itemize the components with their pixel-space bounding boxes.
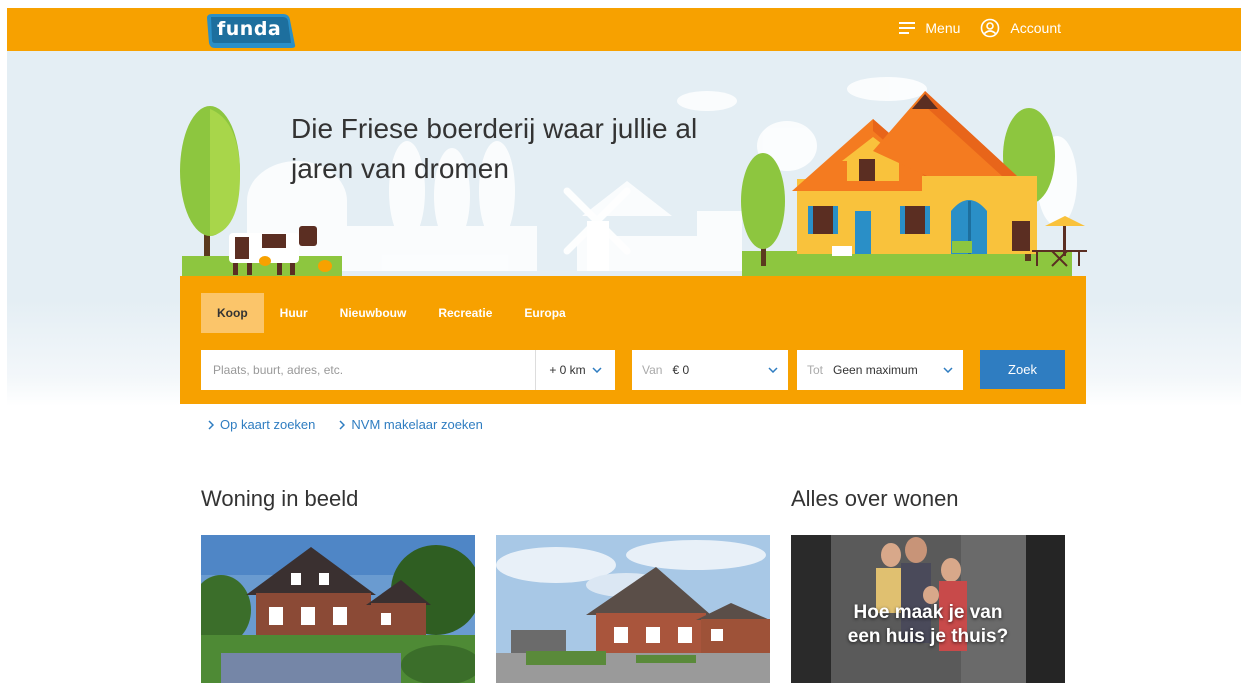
price-to-select[interactable]: Tot Geen maximum [797, 350, 963, 390]
funda-logo[interactable]: funda [203, 12, 297, 49]
map-search-label: Op kaart zoeken [220, 417, 316, 432]
tab-nieuwbouw[interactable]: Nieuwbouw [324, 293, 423, 333]
hero-title: Die Friese boerderij waar jullie al jare… [291, 113, 698, 184]
property-photo-1 [201, 535, 475, 683]
search-tabs: Koop Huur Nieuwbouw Recreatie Europa [201, 293, 582, 333]
price-to-value: Geen maximum [833, 363, 918, 377]
property-card-2[interactable] [496, 535, 770, 683]
wonen-caption: Hoe maak je van een huis je thuis? [791, 601, 1065, 649]
radius-value: + 0 km [549, 363, 586, 377]
tab-europa[interactable]: Europa [508, 293, 581, 333]
tab-koop[interactable]: Koop [201, 293, 264, 333]
chevron-right-icon [339, 419, 346, 430]
account-button[interactable]: Account [980, 18, 1061, 38]
woning-section-title: Woning in beeld [201, 486, 359, 511]
menu-button[interactable]: Menu [899, 20, 960, 36]
place-search-input[interactable] [201, 350, 535, 390]
search-panel: Koop Huur Nieuwbouw Recreatie Europa + 0… [180, 276, 1086, 404]
wonen-article-card[interactable]: Hoe maak je van een huis je thuis? [791, 535, 1065, 683]
property-card-1[interactable] [201, 535, 475, 683]
price-to-label: Tot [807, 363, 824, 377]
map-search-link[interactable]: Op kaart zoeken [208, 417, 315, 432]
price-from-select[interactable]: Van € 0 [632, 350, 788, 390]
wonen-caption-line-2: een huis je thuis? [847, 626, 1009, 647]
account-label: Account [1010, 20, 1061, 36]
wonen-caption-line-1: Hoe maak je van [853, 602, 1003, 623]
tab-recreatie[interactable]: Recreatie [422, 293, 508, 333]
hamburger-icon [899, 22, 916, 34]
menu-label: Menu [925, 20, 961, 36]
search-submit-button[interactable]: Zoek [980, 350, 1065, 389]
radius-select[interactable]: + 0 km [535, 350, 615, 390]
nvm-agent-link[interactable]: NVM makelaar zoeken [339, 417, 483, 432]
main-nav: Menu Account [899, 18, 1061, 38]
logo-text: funda [217, 18, 282, 40]
chevron-right-icon [208, 419, 214, 430]
nvm-agent-label: NVM makelaar zoeken [351, 417, 483, 432]
price-from-label: Van [642, 363, 663, 377]
chevron-down-icon [768, 367, 778, 373]
tab-huur[interactable]: Huur [264, 293, 324, 333]
wonen-section-title: Alles over wonen [791, 486, 959, 511]
top-bar: funda Menu Account [7, 8, 1241, 51]
property-photo-2 [496, 535, 770, 683]
price-from-value: € 0 [672, 363, 690, 377]
account-icon [981, 18, 1000, 38]
quick-links: Op kaart zoeken NVM makelaar zoeken [208, 417, 483, 432]
chevron-down-icon [592, 367, 602, 373]
chevron-down-icon [943, 367, 953, 373]
